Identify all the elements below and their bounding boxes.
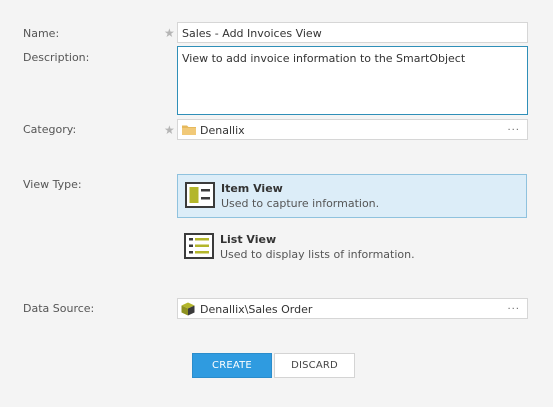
- discard-button[interactable]: DISCARD: [274, 353, 355, 378]
- name-label: Name:: [23, 27, 60, 40]
- view-type-option-list-view[interactable]: List View Used to display lists of infor…: [177, 226, 527, 270]
- required-star-icon: ★: [164, 26, 175, 40]
- folder-icon: [182, 124, 196, 135]
- data-source-browse-button[interactable]: ···: [507, 304, 520, 315]
- category-label: Category:: [23, 123, 77, 136]
- view-type-label: View Type:: [23, 178, 82, 191]
- list-view-icon: [184, 233, 214, 262]
- list-view-title: List View: [220, 233, 277, 246]
- create-button[interactable]: CREATE: [192, 353, 272, 378]
- item-view-title: Item View: [221, 182, 283, 195]
- name-value: Sales - Add Invoices View: [182, 27, 322, 40]
- required-star-icon: ★: [164, 123, 175, 137]
- view-type-option-item-view[interactable]: Item View Used to capture information.: [177, 174, 527, 218]
- data-source-picker[interactable]: Denallix\Sales Order ···: [177, 298, 528, 319]
- description-value: View to add invoice information to the S…: [182, 52, 466, 65]
- item-view-icon: [185, 182, 215, 211]
- name-input[interactable]: Sales - Add Invoices View: [177, 22, 528, 43]
- data-source-label: Data Source:: [23, 302, 95, 315]
- list-view-description: Used to display lists of information.: [220, 248, 415, 261]
- description-label: Description:: [23, 51, 90, 64]
- data-source-value: Denallix\Sales Order: [200, 303, 313, 316]
- item-view-description: Used to capture information.: [221, 197, 380, 210]
- category-value: Denallix: [200, 124, 245, 137]
- category-browse-button[interactable]: ···: [507, 125, 520, 136]
- category-picker[interactable]: Denallix ···: [177, 119, 528, 140]
- smartobject-icon: [181, 302, 195, 319]
- description-textarea[interactable]: View to add invoice information to the S…: [177, 46, 528, 115]
